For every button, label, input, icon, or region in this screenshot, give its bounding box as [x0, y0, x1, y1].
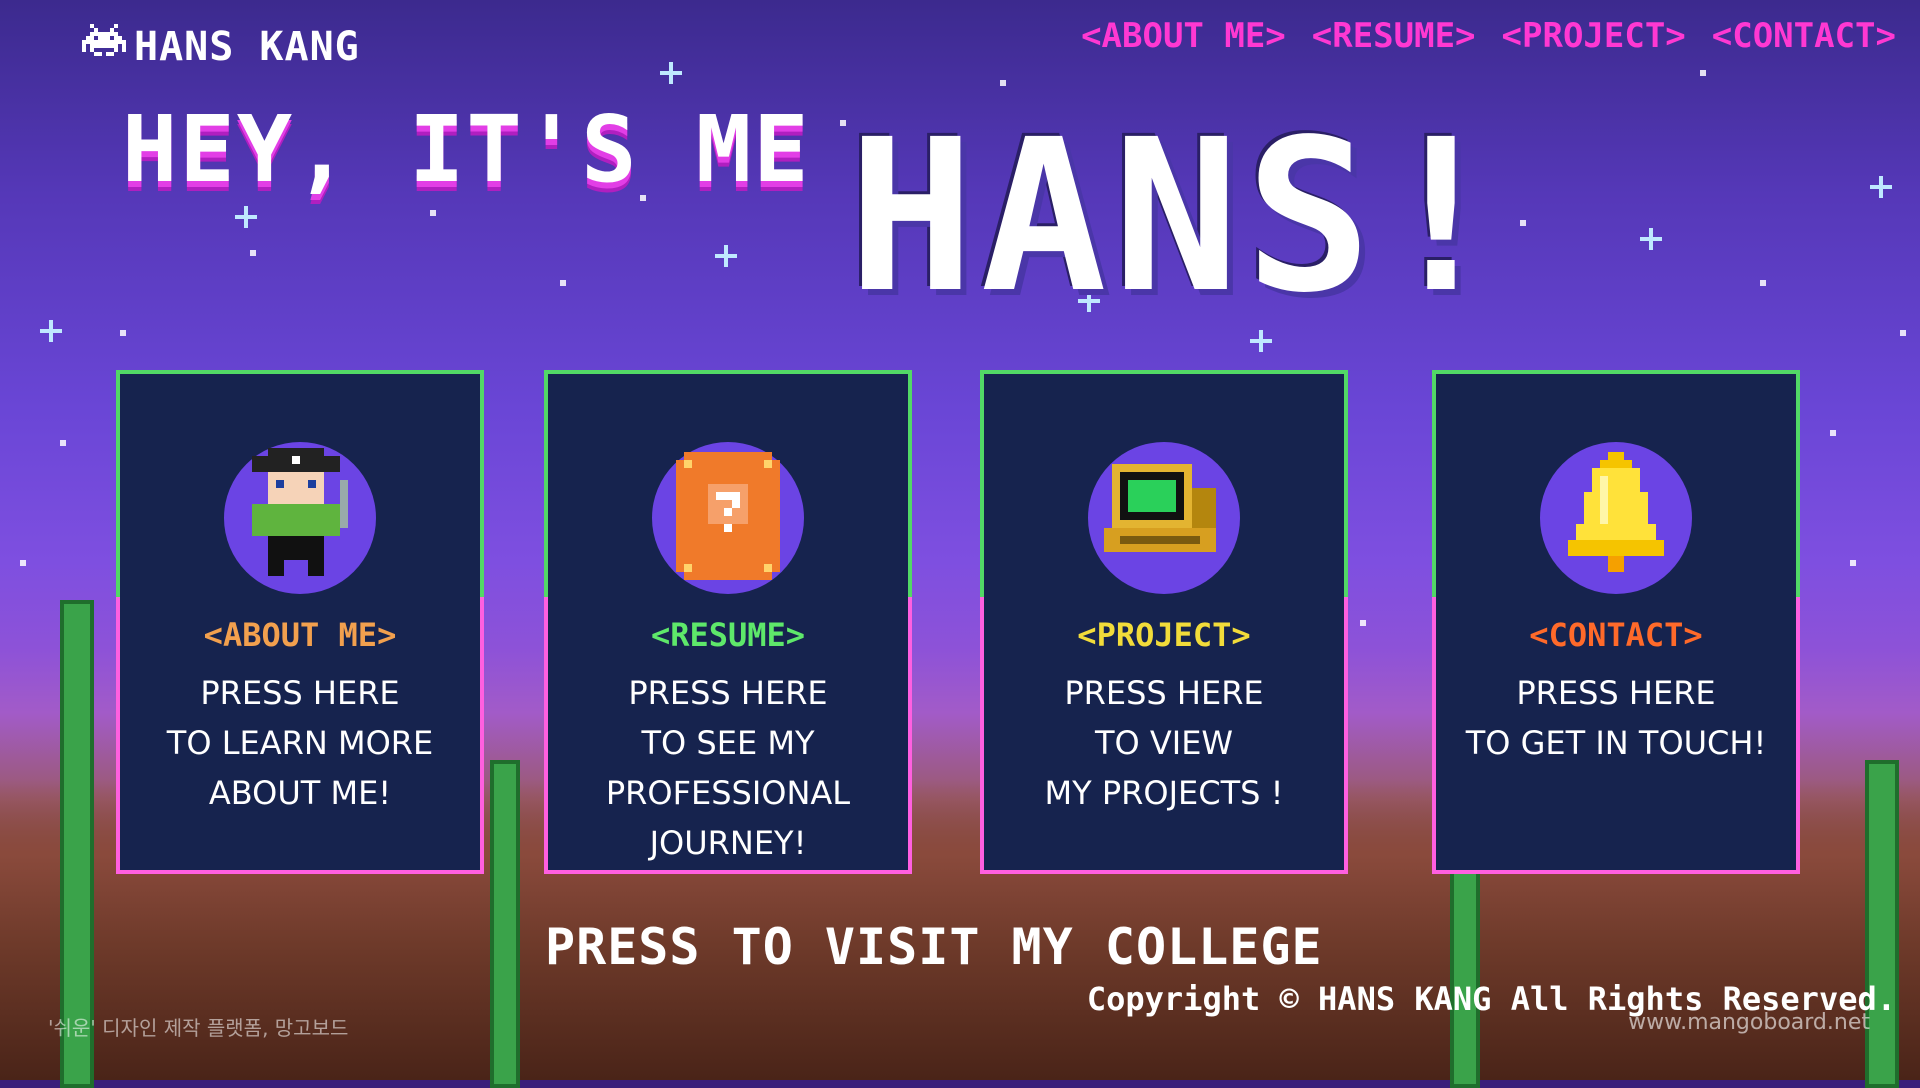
sparkle-icon: [1640, 228, 1662, 250]
card-title: <ABOUT ME>: [203, 616, 397, 654]
bell-icon: [1560, 452, 1672, 584]
sparkle-icon: [660, 62, 682, 84]
card-resume[interactable]: <RESUME> PRESS HERE TO SEE MY PROFESSION…: [544, 370, 912, 874]
hero-greeting: HEY, IT'S ME: [122, 96, 811, 203]
card-about-me[interactable]: <ABOUT ME> PRESS HERE TO LEARN MORE ABOU…: [116, 370, 484, 874]
computer-icon: [1104, 456, 1224, 580]
card-title: <PROJECT>: [1077, 616, 1251, 654]
card-title: <RESUME>: [650, 616, 806, 654]
hero-name: HANS!: [848, 94, 1511, 339]
top-nav: <ABOUT ME> <RESUME> <PROJECT> <CONTACT>: [1081, 16, 1896, 56]
card-icon-circle: [1088, 442, 1240, 594]
nav-project[interactable]: <PROJECT>: [1502, 16, 1686, 56]
card-contact[interactable]: <CONTACT> PRESS HERE TO GET IN TOUCH!: [1432, 370, 1800, 874]
card-description: PRESS HERE TO SEE MY PROFESSIONAL JOURNE…: [605, 674, 851, 862]
mystery-card-icon: [676, 452, 780, 584]
logo-text: HANS KANG: [134, 24, 360, 70]
card-icon-circle: [1540, 442, 1692, 594]
nav-about-me[interactable]: <ABOUT ME>: [1081, 16, 1286, 56]
card-title: <CONTACT>: [1529, 616, 1703, 654]
visit-college-link[interactable]: PRESS TO VISIT MY COLLEGE: [545, 918, 1323, 976]
card-description: PRESS HERE TO VIEW MY PROJECTS !: [1044, 674, 1284, 812]
watermark-url: www.mangoboard.net: [1628, 1010, 1870, 1035]
nav-resume[interactable]: <RESUME>: [1312, 16, 1476, 56]
platform-note: '쉬운' 디자인 제작 플랫폼, 망고보드: [48, 1016, 349, 1040]
cactus-decoration: [1865, 760, 1899, 1088]
nav-contact[interactable]: <CONTACT>: [1712, 16, 1896, 56]
card-icon-circle: [652, 442, 804, 594]
sparkle-icon: [40, 320, 62, 342]
pixel-person-icon: [244, 448, 356, 588]
sparkle-icon: [715, 245, 737, 267]
space-invader-icon: [82, 24, 126, 70]
card-project[interactable]: <PROJECT> PRESS HERE TO VIEW MY PROJECTS…: [980, 370, 1348, 874]
cactus-decoration: [490, 760, 520, 1088]
sparkle-icon: [1870, 176, 1892, 198]
card-description: PRESS HERE TO GET IN TOUCH!: [1465, 674, 1767, 762]
card-icon-circle: [224, 442, 376, 594]
sparkle-icon: [235, 206, 257, 228]
site-logo[interactable]: HANS KANG: [82, 24, 360, 70]
card-description: PRESS HERE TO LEARN MORE ABOUT ME!: [166, 674, 434, 812]
